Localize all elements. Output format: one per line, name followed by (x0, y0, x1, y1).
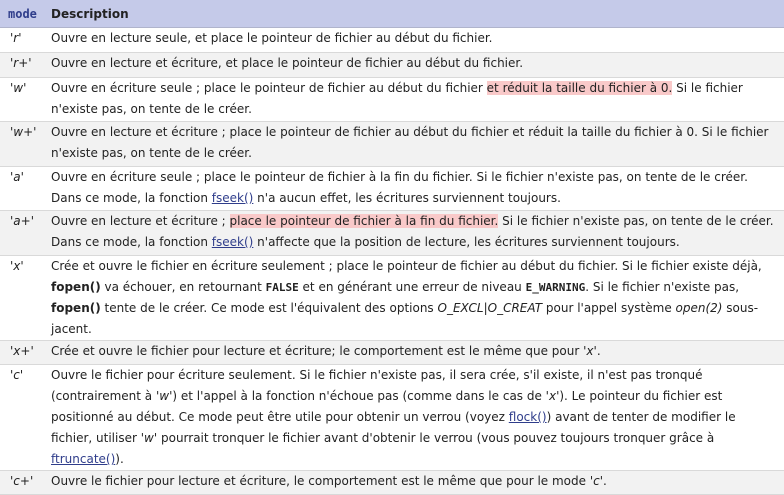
table-row: 'w+' Ouvre en lecture et écriture ; plac… (0, 121, 784, 167)
table-row: 'r+' Ouvre en lecture et écriture, et pl… (0, 52, 784, 78)
text: Ouvre en lecture et écriture, et place l… (51, 56, 524, 70)
text: va échouer, en retournant (100, 280, 266, 294)
table-row: 'a+' Ouvre en lecture et écriture ; plac… (0, 210, 784, 256)
mode-cell: 'a+' (0, 210, 43, 256)
text: Ouvre en lecture et écriture ; place le … (51, 125, 769, 160)
description-cell: Crée et ouvre le fichier en écriture seu… (43, 255, 784, 341)
highlight: place le pointeur de fichier à la fin du… (229, 214, 499, 228)
mode-cell: 'x' (0, 255, 43, 341)
description-cell: Crée et ouvre le fichier pour lecture et… (43, 340, 784, 365)
fopen-modes-table: mode Description 'r' Ouvre en lecture se… (0, 0, 784, 495)
text: Ouvre en lecture seule, et place le poin… (51, 31, 493, 45)
text: . Si le fichier n'existe pas, (585, 280, 740, 294)
mode-ref: 'x' (583, 344, 597, 358)
description-cell: Ouvre en lecture seule, et place le poin… (43, 27, 784, 53)
ftruncate-link[interactable]: ftruncate() (51, 452, 115, 466)
text: pourrait tronquer le fichier avant d'obt… (157, 431, 715, 445)
header-mode: mode (0, 0, 43, 28)
mode-cell: 'r+' (0, 52, 43, 78)
header-description: Description (43, 0, 784, 28)
description-cell: Ouvre le fichier pour lecture et écritur… (43, 470, 784, 495)
table-row: 'a' Ouvre en écriture seule ; place le p… (0, 166, 784, 211)
text: . (596, 344, 601, 358)
table-row: 'c+' Ouvre le fichier pour lecture et éc… (0, 470, 784, 495)
description-cell: Ouvre en lecture et écriture, et place l… (43, 52, 784, 78)
description-cell: Ouvre en écriture seule ; place le point… (43, 166, 784, 211)
fopen-function: fopen() (51, 280, 101, 294)
text: n'affecte que la position de lecture, le… (253, 235, 680, 249)
text: Ouvre en écriture seule ; place le point… (51, 81, 487, 95)
text: . (603, 474, 607, 488)
fseek-link[interactable]: fseek() (212, 191, 254, 205)
description-cell: Ouvre en lecture et écriture ; place le … (43, 210, 784, 256)
text: Ouvre le fichier pour lecture et écritur… (51, 474, 590, 488)
false-constant: FALSE (265, 281, 299, 294)
fseek-link[interactable]: fseek() (212, 235, 254, 249)
mode-ref: 'x' (545, 389, 560, 403)
text: pour l'appel système (542, 301, 676, 315)
mode-cell: 'a' (0, 166, 43, 211)
text: ) et l'appel à la fonction n'échoue pas … (172, 389, 546, 403)
table-row: 'x+' Crée et ouvre le fichier pour lectu… (0, 340, 784, 365)
description-cell: Ouvre en écriture seule ; place le point… (43, 77, 784, 122)
text: n'a aucun effet, les écritures survienne… (253, 191, 561, 205)
table-row: 'c' Ouvre le fichier pour écriture seule… (0, 364, 784, 471)
mode-ref: 'w' (155, 389, 173, 403)
mode-ref: 'c' (589, 474, 604, 488)
mode-ref: 'w' (140, 431, 158, 445)
mode-cell: 'w+' (0, 121, 43, 167)
table-row: 'r' Ouvre en lecture seule, et place le … (0, 27, 784, 53)
highlight: et réduit la taille du fichier à 0. (486, 81, 673, 95)
mode-cell: 'w' (0, 77, 43, 122)
mode-cell: 'c+' (0, 470, 43, 495)
mode-cell: 'c' (0, 364, 43, 471)
flock-link[interactable]: flock() (509, 410, 547, 424)
description-cell: Ouvre le fichier pour écriture seulement… (43, 364, 784, 471)
text: Crée et ouvre le fichier pour lecture et… (51, 344, 584, 358)
description-cell: Ouvre en lecture et écriture ; place le … (43, 121, 784, 167)
table-row: 'x' Crée et ouvre le fichier en écriture… (0, 255, 784, 341)
table-header-row: mode Description (0, 0, 784, 28)
option-flags: O_EXCL|O_CREAT (437, 301, 543, 315)
syscall-name: open(2) (675, 301, 723, 315)
text: ). (115, 452, 124, 466)
mode-cell: 'x+' (0, 340, 43, 365)
fopen-function: fopen() (51, 301, 101, 315)
text: Crée et ouvre le fichier en écriture seu… (51, 259, 762, 273)
table-row: 'w' Ouvre en écriture seule ; place le p… (0, 77, 784, 122)
text: Ouvre en lecture et écriture ; (51, 214, 230, 228)
e-warning-constant: E_WARNING (525, 281, 586, 294)
text: et en générant une erreur de niveau (298, 280, 526, 294)
text: tente de le créer. Ce mode est l'équival… (100, 301, 438, 315)
mode-cell: 'r' (0, 27, 43, 53)
